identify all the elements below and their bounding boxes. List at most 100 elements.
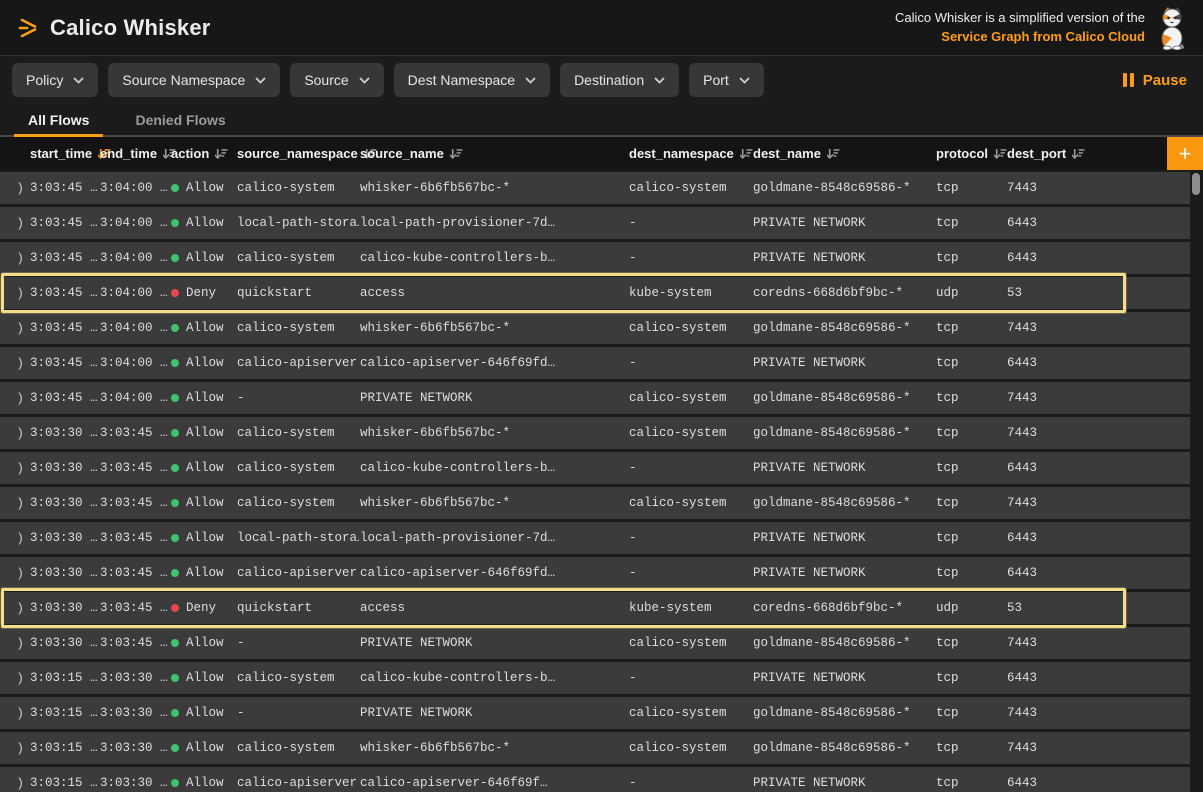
table-row[interactable]: )3:03:30 …3:03:45 …Allowcalico-systemwhi…: [0, 487, 1190, 519]
filter-button-policy[interactable]: Policy: [12, 63, 98, 97]
cell-dest_port: 7443: [1007, 496, 1190, 510]
cell-dest_port: 7443: [1007, 706, 1190, 720]
allow-status-dot: [171, 674, 179, 682]
column-header-dest_namespace[interactable]: dest_namespace: [629, 146, 753, 161]
column-header-source_name[interactable]: source_name: [360, 146, 629, 161]
cell-end_time: 3:03:30 …: [100, 706, 171, 720]
cell-dest_port: 6443: [1007, 356, 1190, 370]
scrollbar-thumb[interactable]: [1192, 173, 1200, 195]
allow-status-dot: [171, 534, 179, 542]
table-row[interactable]: )3:03:15 …3:03:30 …Allow-PRIVATE NETWORK…: [0, 697, 1190, 729]
tab-denied-flows[interactable]: Denied Flows: [121, 104, 239, 135]
vertical-scrollbar: [1190, 170, 1203, 792]
cell-protocol: tcp: [936, 496, 1007, 510]
table-row[interactable]: )3:03:30 …3:03:45 …Allowcalico-apiserver…: [0, 557, 1190, 589]
table-row[interactable]: )3:03:45 …3:04:00 …Allowcalico-systemwhi…: [0, 312, 1190, 344]
cell-end_time: 3:03:30 …: [100, 741, 171, 755]
expand-caret-icon[interactable]: ): [0, 286, 30, 301]
expand-caret-icon[interactable]: ): [0, 531, 30, 546]
column-header-source_namespace[interactable]: source_namespace: [237, 146, 360, 161]
cell-source_namespace: quickstart: [237, 601, 360, 615]
deny-status-dot: [171, 289, 179, 297]
column-header-protocol[interactable]: protocol: [936, 146, 1007, 161]
allow-status-dot: [171, 429, 179, 437]
cell-dest_namespace: -: [629, 356, 753, 370]
expand-caret-icon[interactable]: ): [0, 671, 30, 686]
column-header-action[interactable]: action: [171, 146, 237, 161]
filter-button-source-namespace[interactable]: Source Namespace: [108, 63, 280, 97]
table-row[interactable]: )3:03:30 …3:03:45 …Allowlocal-path-stora…: [0, 522, 1190, 554]
cell-dest_namespace: kube-system: [629, 286, 753, 300]
column-label: action: [171, 146, 209, 161]
expand-caret-icon[interactable]: ): [0, 601, 30, 616]
table-row[interactable]: )3:03:45 …3:04:00 …Allowcalico-systemwhi…: [0, 172, 1190, 204]
cell-dest_name: goldmane-8548c69586-*: [753, 391, 936, 405]
expand-caret-icon[interactable]: ): [0, 706, 30, 721]
expand-caret-icon[interactable]: ): [0, 181, 30, 196]
cell-action: Allow: [171, 496, 237, 510]
cell-start_time: 3:03:30 …: [30, 566, 100, 580]
action-label: Deny: [186, 601, 216, 615]
expand-caret-icon[interactable]: ): [0, 776, 30, 791]
cell-source_name: calico-kube-controllers-b…: [360, 251, 629, 265]
filter-button-dest-namespace[interactable]: Dest Namespace: [394, 63, 550, 97]
expand-caret-icon[interactable]: ): [0, 251, 30, 266]
table-row[interactable]: )3:03:30 …3:03:45 …Allowcalico-systemwhi…: [0, 417, 1190, 449]
table-row[interactable]: )3:03:30 …3:03:45 …Denyquickstartaccessk…: [0, 592, 1190, 624]
cell-action: Allow: [171, 391, 237, 405]
allow-status-dot: [171, 499, 179, 507]
column-header-end_time[interactable]: end_time: [100, 146, 171, 161]
pause-button[interactable]: Pause: [1123, 72, 1187, 89]
table-row[interactable]: )3:03:30 …3:03:45 …Allowcalico-systemcal…: [0, 452, 1190, 484]
expand-caret-icon[interactable]: ): [0, 496, 30, 511]
filter-button-source[interactable]: Source: [290, 63, 383, 97]
top-bar: Calico Whisker Calico Whisker is a simpl…: [0, 0, 1203, 56]
action-label: Allow: [186, 776, 224, 790]
service-graph-link[interactable]: Service Graph from Calico Cloud: [895, 28, 1145, 47]
filter-button-destination[interactable]: Destination: [560, 63, 679, 97]
table-row[interactable]: )3:03:30 …3:03:45 …Allow-PRIVATE NETWORK…: [0, 627, 1190, 659]
column-header-dest_port[interactable]: dest_port: [1007, 146, 1167, 161]
cell-source_name: whisker-6b6fb567bc-*: [360, 181, 629, 195]
cell-source_name: access: [360, 286, 629, 300]
expand-caret-icon[interactable]: ): [0, 636, 30, 651]
table-row[interactable]: )3:03:45 …3:04:00 …Allow-PRIVATE NETWORK…: [0, 382, 1190, 414]
allow-status-dot: [171, 184, 179, 192]
expand-caret-icon[interactable]: ): [0, 321, 30, 336]
flows-table-body: )3:03:45 …3:04:00 …Allowcalico-systemwhi…: [0, 170, 1190, 792]
cell-source_name: whisker-6b6fb567bc-*: [360, 321, 629, 335]
cell-action: Allow: [171, 461, 237, 475]
column-header-dest_name[interactable]: dest_name: [753, 146, 936, 161]
table-row[interactable]: )3:03:15 …3:03:30 …Allowcalico-systemcal…: [0, 662, 1190, 694]
chevron-down-icon: [255, 77, 266, 84]
table-row[interactable]: )3:03:45 …3:04:00 …Denyquickstartaccessk…: [0, 277, 1190, 309]
cell-start_time: 3:03:30 …: [30, 601, 100, 615]
cell-start_time: 3:03:45 …: [30, 286, 100, 300]
expand-caret-icon[interactable]: ): [0, 356, 30, 371]
expand-caret-icon[interactable]: ): [0, 426, 30, 441]
table-row[interactable]: )3:03:45 …3:04:00 …Allowlocal-path-stora…: [0, 207, 1190, 239]
table-row[interactable]: )3:03:45 …3:04:00 …Allowcalico-apiserver…: [0, 347, 1190, 379]
chevron-down-icon: [654, 77, 665, 84]
table-row[interactable]: )3:03:15 …3:03:30 …Allowcalico-apiserver…: [0, 767, 1190, 792]
filter-button-label: Source Namespace: [122, 72, 245, 88]
column-label: dest_port: [1007, 146, 1066, 161]
expand-caret-icon[interactable]: ): [0, 216, 30, 231]
filter-bar-buttons: Policy Source Namespace Source Dest Namespa…: [12, 63, 764, 97]
add-column-button[interactable]: +: [1167, 137, 1203, 170]
cell-source_name: calico-kube-controllers-b…: [360, 671, 629, 685]
expand-caret-icon[interactable]: ): [0, 391, 30, 406]
cell-source_name: PRIVATE NETWORK: [360, 706, 629, 720]
sort-icon: [827, 147, 840, 160]
action-label: Allow: [186, 356, 224, 370]
expand-caret-icon[interactable]: ): [0, 741, 30, 756]
table-row[interactable]: )3:03:45 …3:04:00 …Allowcalico-systemcal…: [0, 242, 1190, 274]
tab-all-flows[interactable]: All Flows: [14, 104, 103, 135]
expand-caret-icon[interactable]: ): [0, 461, 30, 476]
filter-button-port[interactable]: Port: [689, 63, 764, 97]
allow-status-dot: [171, 359, 179, 367]
table-row[interactable]: )3:03:15 …3:03:30 …Allowcalico-systemwhi…: [0, 732, 1190, 764]
expand-caret-icon[interactable]: ): [0, 566, 30, 581]
column-header-start_time[interactable]: start_time: [30, 146, 100, 161]
cell-source_name: calico-apiserver-646f69fd…: [360, 356, 629, 370]
